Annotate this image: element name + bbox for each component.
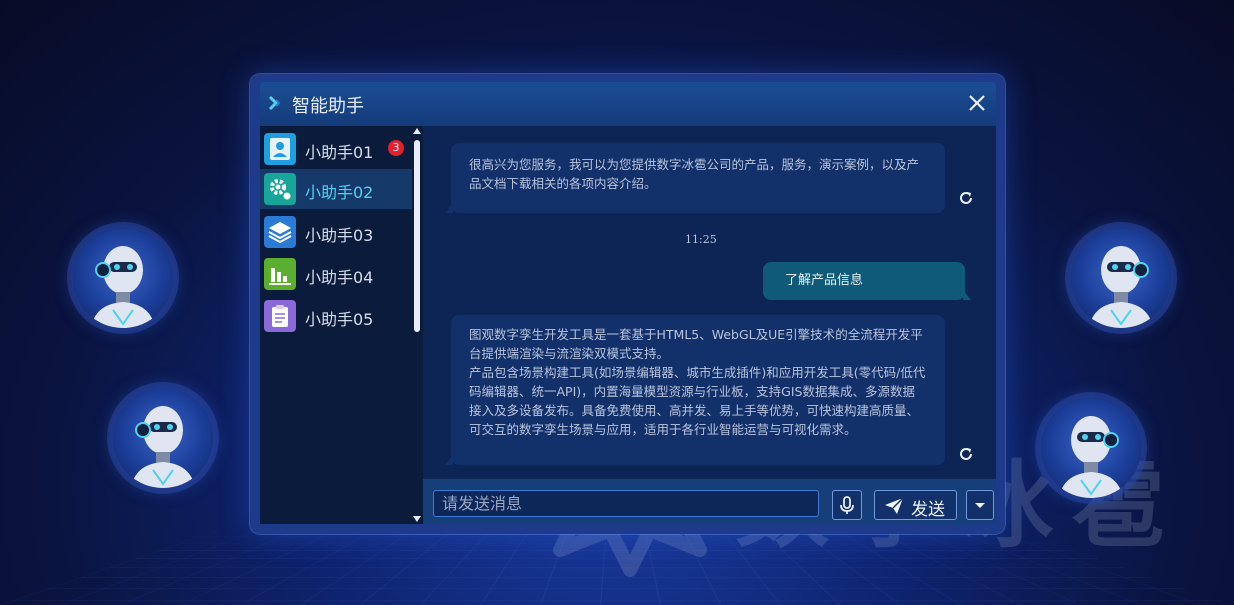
contact-item-05[interactable]: 小助手05 [260, 296, 412, 336]
robot-avatar [1041, 398, 1141, 498]
bar-chart-icon [264, 258, 296, 290]
refresh-icon[interactable] [957, 445, 975, 463]
message-paragraph: 图观数字孪生开发工具是一套基于HTML5、WebGL及UE引擎技术的全流程开发平… [469, 327, 923, 361]
send-label: 发送 [911, 500, 945, 520]
contact-item-03[interactable]: 小助手03 [260, 212, 412, 252]
chevron-right-icon [268, 95, 281, 111]
robot-avatar [1071, 228, 1171, 328]
more-options-button[interactable] [966, 490, 994, 520]
title-bar: 智能助手 [260, 82, 996, 126]
scroll-up-arrow[interactable] [413, 128, 421, 134]
contact-item-01[interactable]: 小助手01 3 [260, 129, 412, 169]
scroll-thumb[interactable] [414, 140, 420, 332]
assistant-dialog: 智能助手 小助手01 3 小助手02 小助手03 小助手04 小助手05 很高兴… [250, 74, 1005, 534]
refresh-icon[interactable] [957, 189, 975, 207]
contact-item-04[interactable]: 小助手04 [260, 254, 412, 294]
microphone-icon [840, 496, 854, 514]
window-title: 智能助手 [292, 96, 364, 117]
layers-icon [264, 216, 296, 248]
assistant-message: 很高兴为您服务，我可以为您提供数字冰雹公司的产品，服务，演示案例，以及产品文档下… [445, 143, 945, 213]
contact-name: 小助手05 [305, 310, 374, 329]
input-bar: 发送 [423, 479, 996, 524]
send-button[interactable]: 发送 [874, 490, 957, 520]
contact-list: 小助手01 3 小助手02 小助手03 小助手04 小助手05 [260, 126, 423, 524]
voice-button[interactable] [832, 490, 862, 520]
clipboard-icon [264, 300, 296, 332]
chevron-down-icon [975, 503, 985, 508]
message-paragraph: 产品包含场景构建工具(如场景编辑器、城市生成插件)和应用开发工具(零代码/低代码… [469, 365, 926, 437]
user-card-icon [264, 133, 296, 165]
contact-name: 小助手01 [305, 143, 374, 162]
scroll-down-arrow[interactable] [413, 516, 421, 522]
unread-badge: 3 [388, 140, 404, 156]
close-icon[interactable] [966, 92, 988, 114]
gear-icon [264, 173, 296, 205]
message-input[interactable] [433, 490, 819, 517]
chat-area: 很高兴为您服务，我可以为您提供数字冰雹公司的产品，服务，演示案例，以及产品文档下… [423, 126, 996, 479]
contact-name: 小助手02 [305, 183, 374, 202]
message-timestamp: 11:25 [685, 233, 717, 246]
contact-name: 小助手04 [305, 268, 374, 287]
contact-item-02[interactable]: 小助手02 [260, 169, 412, 209]
contact-name: 小助手03 [305, 226, 374, 245]
robot-avatar [73, 228, 173, 328]
assistant-message: 图观数字孪生开发工具是一套基于HTML5、WebGL及UE引擎技术的全流程开发平… [445, 315, 945, 465]
contact-scrollbar[interactable] [412, 126, 422, 524]
robot-avatar [113, 388, 213, 488]
paper-plane-icon [885, 497, 904, 514]
user-message: 了解产品信息 [763, 262, 971, 300]
